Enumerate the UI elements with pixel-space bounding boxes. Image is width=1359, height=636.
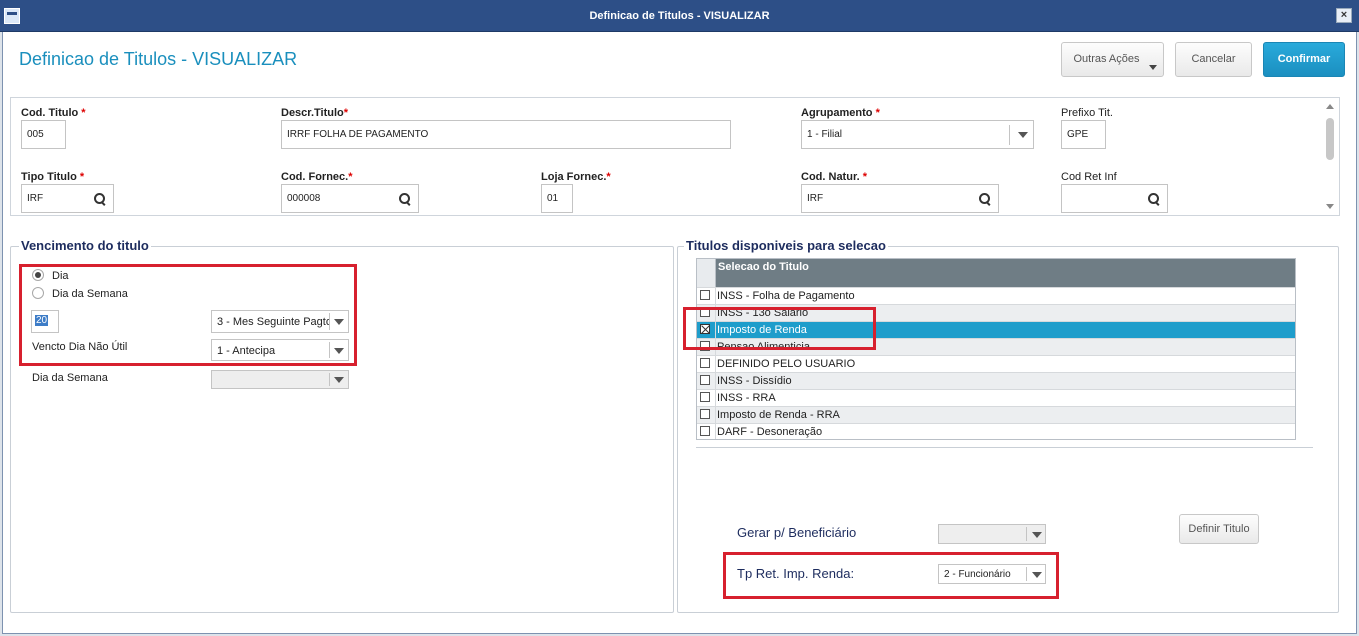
chevron-down-icon (1018, 132, 1028, 138)
cod-ret-label: Cod Ret Inf (1061, 171, 1117, 183)
checkbox-icon[interactable] (700, 392, 710, 402)
row-separator (715, 288, 716, 305)
list-item-label: INSS - RRA (717, 392, 776, 404)
search-icon[interactable] (979, 193, 992, 206)
list-item[interactable]: INSS - RRA (697, 389, 1295, 407)
chevron-down-icon (1032, 532, 1042, 538)
definir-titulo-button[interactable]: Definir Titulo (1179, 514, 1259, 544)
dia-semana-select[interactable] (211, 370, 349, 389)
checkbox-icon[interactable] (700, 375, 710, 385)
cod-fornec-label: Cod. Fornec.* (281, 171, 353, 183)
page-title: Definicao de Titulos - VISUALIZAR (19, 49, 298, 69)
cod-titulo-field[interactable]: 005 (21, 120, 66, 149)
list-item-label: INSS - Folha de Pagamento (717, 290, 855, 302)
prefixo-field[interactable]: GPE (1061, 120, 1106, 149)
window-title: Definicao de Titulos - VISUALIZAR (589, 10, 770, 22)
grid-column-header[interactable]: Selecao do Titulo (718, 261, 809, 273)
list-item[interactable]: INSS - Dissídio (697, 372, 1295, 390)
other-actions-label: Outras Ações (1073, 53, 1140, 65)
grid-header: Selecao do Titulo (697, 259, 1295, 287)
cancel-button[interactable]: Cancelar (1175, 42, 1252, 77)
tipo-titulo-label: Tipo Titulo * (21, 171, 85, 183)
other-actions-button[interactable]: Outras Ações (1061, 42, 1164, 77)
checkbox-icon[interactable] (700, 409, 710, 419)
window-title-bar: Definicao de Titulos - VISUALIZAR (0, 0, 1359, 32)
list-item[interactable]: DEFINIDO PELO USUARIO (697, 355, 1295, 373)
list-item-label: Imposto de Renda - RRA (717, 409, 840, 421)
search-icon[interactable] (94, 193, 107, 206)
loja-fornec-label: Loja Fornec.* (541, 171, 611, 183)
descr-titulo-label: Descr.Titulo* (281, 107, 349, 119)
search-icon[interactable] (1148, 193, 1161, 206)
agrupamento-label: Agrupamento * (801, 107, 880, 119)
chevron-down-icon (334, 377, 344, 383)
chevron-down-icon (1149, 65, 1157, 70)
list-item-label: DEFINIDO PELO USUARIO (717, 358, 856, 370)
highlight-vencimento (19, 264, 357, 366)
checkbox-icon[interactable] (700, 290, 710, 300)
list-item[interactable]: DARF - Desoneração (697, 423, 1295, 439)
prefixo-label: Prefixo Tit. (1061, 107, 1113, 119)
vencimento-title: Vencimento do titulo (19, 238, 151, 253)
tipo-titulo-field[interactable]: IRF (21, 184, 114, 213)
cod-titulo-label: Cod. Titulo * (21, 107, 86, 119)
highlight-imposto (683, 307, 876, 350)
scroll-thumb[interactable] (1326, 118, 1334, 160)
cod-ret-field[interactable] (1061, 184, 1168, 213)
row-separator (715, 390, 716, 407)
confirm-button[interactable]: Confirmar (1263, 42, 1345, 77)
checkbox-icon[interactable] (700, 426, 710, 436)
search-icon[interactable] (399, 193, 412, 206)
close-icon[interactable]: × (1336, 8, 1352, 23)
list-item-label: INSS - Dissídio (717, 375, 792, 387)
list-item-label: DARF - Desoneração (717, 426, 823, 438)
agrupamento-select[interactable]: 1 - Filial (801, 120, 1034, 149)
cod-natur-field[interactable]: IRF (801, 184, 999, 213)
grid-divider (696, 447, 1313, 448)
list-item[interactable]: INSS - Folha de Pagamento (697, 287, 1295, 305)
row-separator (715, 373, 716, 390)
form-scrollbar[interactable] (1322, 100, 1337, 214)
row-separator (715, 407, 716, 424)
cod-fornec-field[interactable]: 000008 (281, 184, 419, 213)
row-separator (715, 424, 716, 439)
titulos-title: Titulos disponiveis para selecao (684, 238, 888, 253)
scroll-up-icon[interactable] (1326, 104, 1334, 109)
window-icon (4, 8, 20, 24)
loja-fornec-field[interactable]: 01 (541, 184, 573, 213)
descr-titulo-field[interactable]: IRRF FOLHA DE PAGAMENTO (281, 120, 731, 149)
grid-corner (697, 259, 716, 287)
row-separator (715, 356, 716, 373)
highlight-tp-ret (723, 552, 1059, 599)
checkbox-icon[interactable] (700, 358, 710, 368)
gerar-label: Gerar p/ Beneficiário (737, 525, 857, 540)
dia-semana-label: Dia da Semana (32, 372, 108, 384)
scroll-down-icon[interactable] (1326, 204, 1334, 209)
gerar-select[interactable] (938, 524, 1046, 544)
cod-natur-label: Cod. Natur. * (801, 171, 868, 183)
list-item[interactable]: Imposto de Renda - RRA (697, 406, 1295, 424)
